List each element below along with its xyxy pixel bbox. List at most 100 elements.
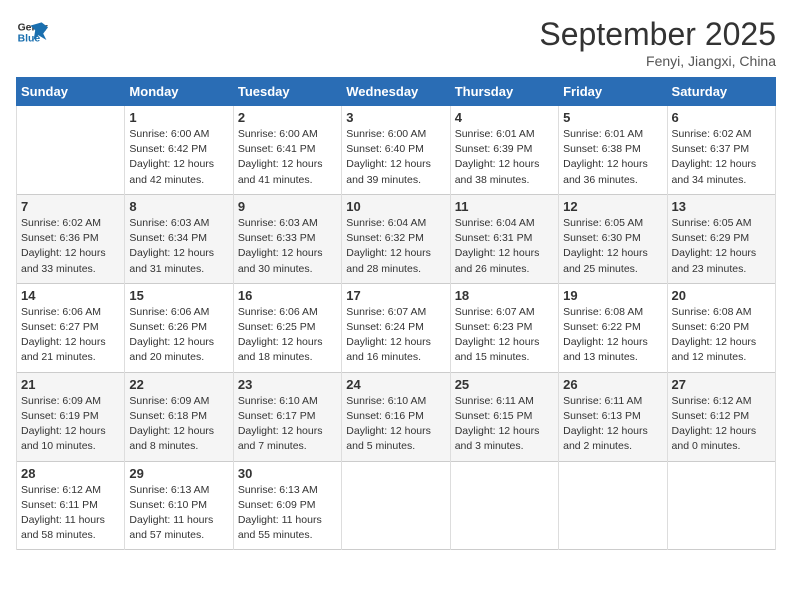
day-info: Sunrise: 6:13 AM Sunset: 6:09 PM Dayligh… [238, 483, 337, 544]
day-info: Sunrise: 6:12 AM Sunset: 6:11 PM Dayligh… [21, 483, 120, 544]
day-info: Sunrise: 6:11 AM Sunset: 6:13 PM Dayligh… [563, 394, 662, 455]
day-info: Sunrise: 6:03 AM Sunset: 6:33 PM Dayligh… [238, 216, 337, 277]
day-info: Sunrise: 6:01 AM Sunset: 6:39 PM Dayligh… [455, 127, 554, 188]
day-info: Sunrise: 6:06 AM Sunset: 6:26 PM Dayligh… [129, 305, 228, 366]
day-number: 30 [238, 466, 337, 481]
day-info: Sunrise: 6:08 AM Sunset: 6:20 PM Dayligh… [672, 305, 771, 366]
day-number: 25 [455, 377, 554, 392]
calendar-table: Sunday Monday Tuesday Wednesday Thursday… [16, 77, 776, 550]
title-block: September 2025 Fenyi, Jiangxi, China [539, 16, 776, 69]
day-info: Sunrise: 6:07 AM Sunset: 6:23 PM Dayligh… [455, 305, 554, 366]
day-info: Sunrise: 6:04 AM Sunset: 6:32 PM Dayligh… [346, 216, 445, 277]
day-number: 21 [21, 377, 120, 392]
day-info: Sunrise: 6:09 AM Sunset: 6:19 PM Dayligh… [21, 394, 120, 455]
day-number: 10 [346, 199, 445, 214]
day-number: 22 [129, 377, 228, 392]
table-row: 28Sunrise: 6:12 AM Sunset: 6:11 PM Dayli… [17, 461, 125, 550]
day-info: Sunrise: 6:10 AM Sunset: 6:16 PM Dayligh… [346, 394, 445, 455]
day-info: Sunrise: 6:04 AM Sunset: 6:31 PM Dayligh… [455, 216, 554, 277]
day-number: 16 [238, 288, 337, 303]
day-info: Sunrise: 6:05 AM Sunset: 6:29 PM Dayligh… [672, 216, 771, 277]
table-row: 7 Sunrise: 6:02 AM Sunset: 6:36 PM Daylig… [17, 194, 125, 283]
day-number: 2 [238, 110, 337, 125]
table-row: 23 Sunrise: 6:10 AM Sunset: 6:17 PM Dayli… [233, 372, 341, 461]
header-thursday: Thursday [450, 78, 558, 106]
table-row: 20 Sunrise: 6:08 AM Sunset: 6:20 PM Dayli… [667, 283, 775, 372]
table-row: 25 Sunrise: 6:11 AM Sunset: 6:15 PM Dayli… [450, 372, 558, 461]
day-number: 27 [672, 377, 771, 392]
day-number: 24 [346, 377, 445, 392]
day-info: Sunrise: 6:05 AM Sunset: 6:30 PM Dayligh… [563, 216, 662, 277]
day-info: Sunrise: 6:12 AM Sunset: 6:12 PM Dayligh… [672, 394, 771, 455]
day-number: 15 [129, 288, 228, 303]
day-number: 7 [21, 199, 120, 214]
table-row: 16Sunrise: 6:06 AM Sunset: 6:25 PM Dayli… [233, 283, 341, 372]
day-info: Sunrise: 6:06 AM Sunset: 6:27 PM Dayligh… [21, 305, 120, 366]
table-row: 11 Sunrise: 6:04 AM Sunset: 6:31 PM Dayli… [450, 194, 558, 283]
day-number: 18 [455, 288, 554, 303]
day-number: 11 [455, 199, 554, 214]
table-row: 2 Sunrise: 6:00 AM Sunset: 6:41 PM Daylig… [233, 106, 341, 195]
page-header: General Blue September 2025 Fenyi, Jiang… [16, 16, 776, 69]
table-row: 4Sunrise: 6:01 AM Sunset: 6:39 PM Daylig… [450, 106, 558, 195]
header-tuesday: Tuesday [233, 78, 341, 106]
day-info: Sunrise: 6:00 AM Sunset: 6:41 PM Dayligh… [238, 127, 337, 188]
day-info: Sunrise: 6:03 AM Sunset: 6:34 PM Dayligh… [129, 216, 228, 277]
day-info: Sunrise: 6:02 AM Sunset: 6:37 PM Dayligh… [672, 127, 771, 188]
logo-icon: General Blue [16, 16, 48, 48]
table-row: 9 Sunrise: 6:03 AM Sunset: 6:33 PM Daylig… [233, 194, 341, 283]
day-info: Sunrise: 6:11 AM Sunset: 6:15 PM Dayligh… [455, 394, 554, 455]
table-row: 6 Sunrise: 6:02 AM Sunset: 6:37 PM Daylig… [667, 106, 775, 195]
day-number: 17 [346, 288, 445, 303]
table-row [667, 461, 775, 550]
day-info: Sunrise: 6:08 AM Sunset: 6:22 PM Dayligh… [563, 305, 662, 366]
header-saturday: Saturday [667, 78, 775, 106]
day-number: 13 [672, 199, 771, 214]
month-year-title: September 2025 [539, 16, 776, 53]
table-row: 18 Sunrise: 6:07 AM Sunset: 6:23 PM Dayli… [450, 283, 558, 372]
header-sunday: Sunday [17, 78, 125, 106]
table-row: 15 Sunrise: 6:06 AM Sunset: 6:26 PM Dayli… [125, 283, 233, 372]
location-subtitle: Fenyi, Jiangxi, China [539, 53, 776, 69]
table-row: 14 Sunrise: 6:06 AM Sunset: 6:27 PM Dayli… [17, 283, 125, 372]
day-number: 23 [238, 377, 337, 392]
day-number: 6 [672, 110, 771, 125]
table-row: 27 Sunrise: 6:12 AM Sunset: 6:12 PM Dayli… [667, 372, 775, 461]
calendar-body: 1 Sunrise: 6:00 AM Sunset: 6:42 PM Daylig… [17, 106, 776, 550]
day-number: 8 [129, 199, 228, 214]
table-row: 30 Sunrise: 6:13 AM Sunset: 6:09 PM Dayli… [233, 461, 341, 550]
day-number: 26 [563, 377, 662, 392]
table-row: 29Sunrise: 6:13 AM Sunset: 6:10 PM Dayli… [125, 461, 233, 550]
table-row: 21 Sunrise: 6:09 AM Sunset: 6:19 PM Dayli… [17, 372, 125, 461]
table-row: 5 Sunrise: 6:01 AM Sunset: 6:38 PM Daylig… [559, 106, 667, 195]
table-row: 26 Sunrise: 6:11 AM Sunset: 6:13 PM Dayli… [559, 372, 667, 461]
day-info: Sunrise: 6:09 AM Sunset: 6:18 PM Dayligh… [129, 394, 228, 455]
table-row: 24 Sunrise: 6:10 AM Sunset: 6:16 PM Dayli… [342, 372, 450, 461]
calendar-header: Sunday Monday Tuesday Wednesday Thursday… [17, 78, 776, 106]
day-info: Sunrise: 6:02 AM Sunset: 6:36 PM Dayligh… [21, 216, 120, 277]
table-row [559, 461, 667, 550]
day-info: Sunrise: 6:00 AM Sunset: 6:40 PM Dayligh… [346, 127, 445, 188]
day-number: 9 [238, 199, 337, 214]
header-friday: Friday [559, 78, 667, 106]
table-row: 13 Sunrise: 6:05 AM Sunset: 6:29 PM Dayli… [667, 194, 775, 283]
table-row: 19Sunrise: 6:08 AM Sunset: 6:22 PM Dayli… [559, 283, 667, 372]
header-wednesday: Wednesday [342, 78, 450, 106]
day-info: Sunrise: 6:00 AM Sunset: 6:42 PM Dayligh… [129, 127, 228, 188]
day-number: 20 [672, 288, 771, 303]
header-monday: Monday [125, 78, 233, 106]
table-row: 17Sunrise: 6:07 AM Sunset: 6:24 PM Dayli… [342, 283, 450, 372]
day-number: 5 [563, 110, 662, 125]
day-info: Sunrise: 6:13 AM Sunset: 6:10 PM Dayligh… [129, 483, 228, 544]
table-row: 12Sunrise: 6:05 AM Sunset: 6:30 PM Dayli… [559, 194, 667, 283]
table-row [450, 461, 558, 550]
table-row [342, 461, 450, 550]
table-row: 3Sunrise: 6:00 AM Sunset: 6:40 PM Daylig… [342, 106, 450, 195]
day-info: Sunrise: 6:01 AM Sunset: 6:38 PM Dayligh… [563, 127, 662, 188]
table-row: 1 Sunrise: 6:00 AM Sunset: 6:42 PM Daylig… [125, 106, 233, 195]
day-info: Sunrise: 6:10 AM Sunset: 6:17 PM Dayligh… [238, 394, 337, 455]
table-row: 8 Sunrise: 6:03 AM Sunset: 6:34 PM Daylig… [125, 194, 233, 283]
day-number: 1 [129, 110, 228, 125]
table-row: 10 Sunrise: 6:04 AM Sunset: 6:32 PM Dayli… [342, 194, 450, 283]
day-number: 14 [21, 288, 120, 303]
